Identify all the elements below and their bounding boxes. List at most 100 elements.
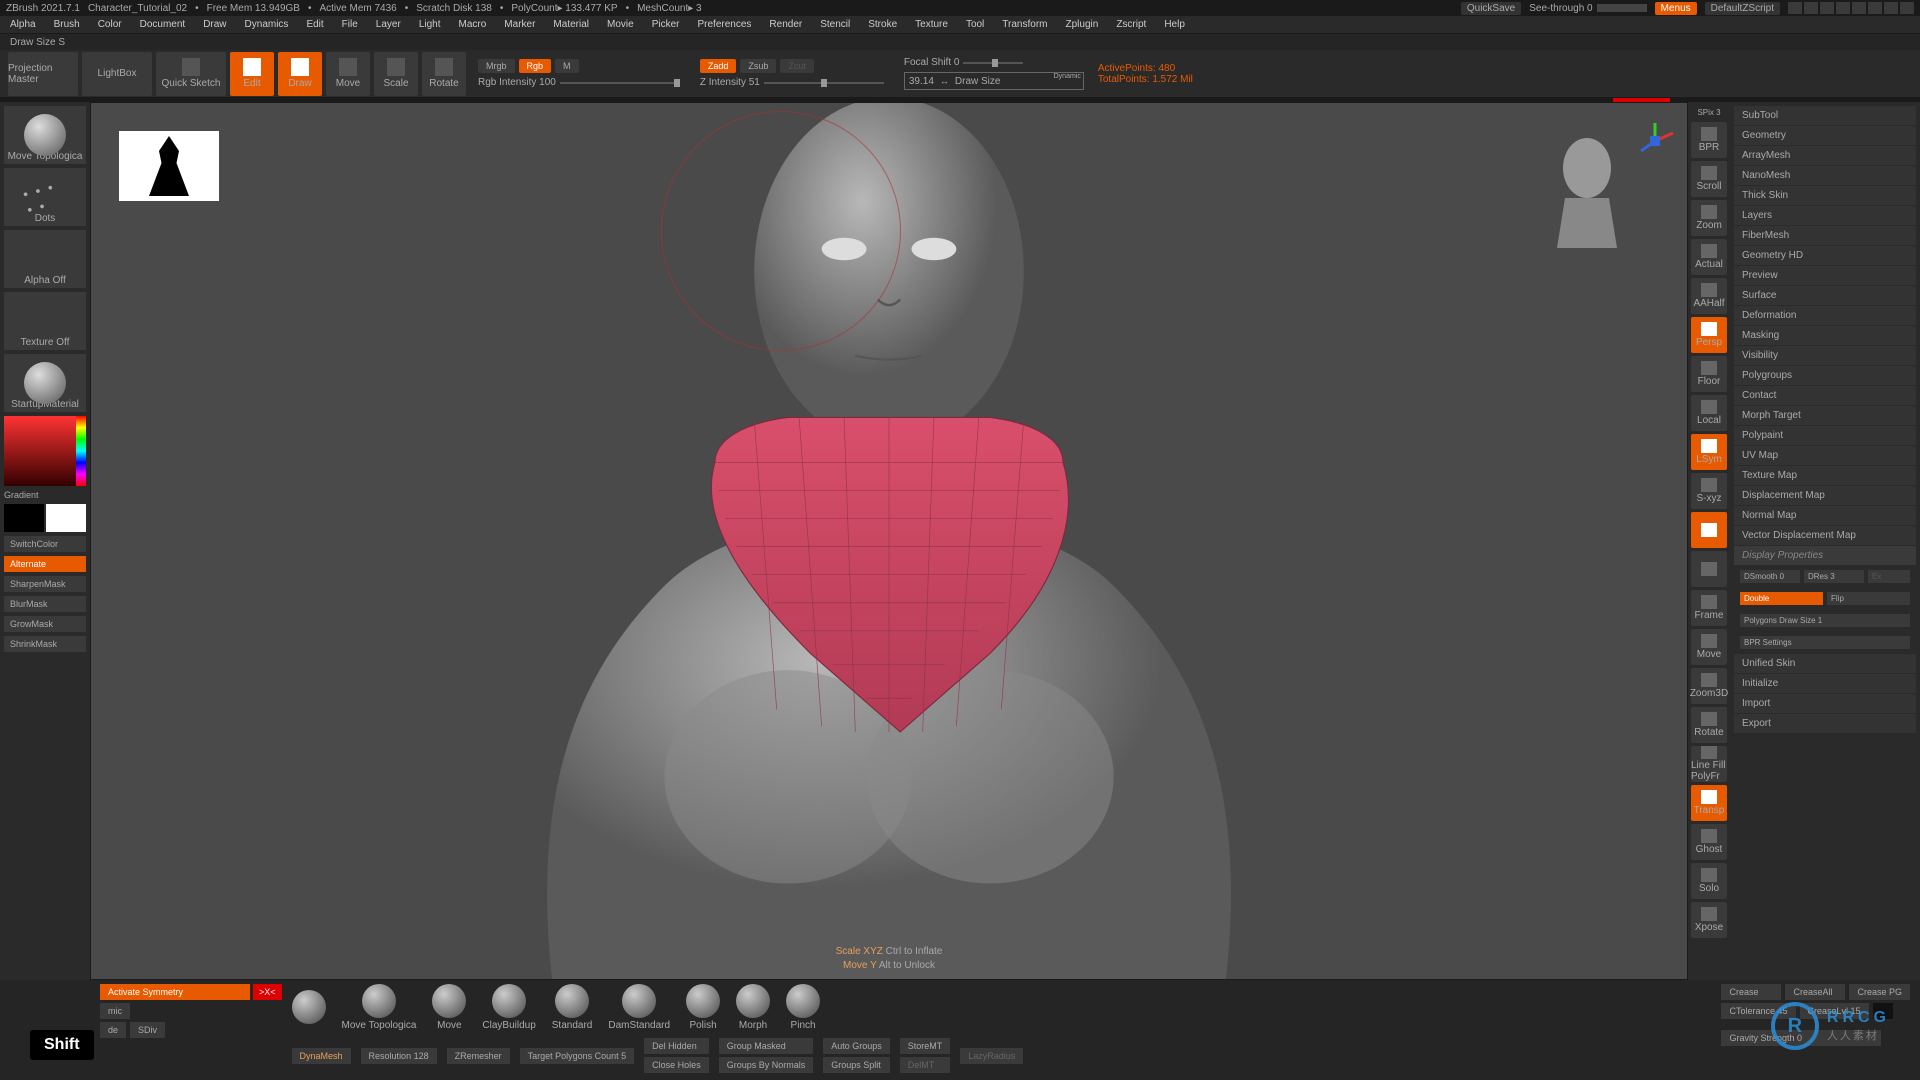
- right-tool-btn10[interactable]: [1691, 512, 1727, 548]
- section-nanomesh[interactable]: NanoMesh: [1734, 166, 1916, 185]
- draw-button[interactable]: Draw: [278, 52, 322, 96]
- menu-brush[interactable]: Brush: [54, 19, 80, 30]
- window-controls[interactable]: [1788, 2, 1914, 14]
- right-tool-xpose[interactable]: Xpose: [1691, 902, 1727, 938]
- menu-preferences[interactable]: Preferences: [697, 19, 751, 30]
- brush-move-topologica[interactable]: Move Topologica: [342, 984, 417, 1031]
- crease-button[interactable]: Crease: [1721, 984, 1781, 1000]
- projection-master-button[interactable]: Projection Master: [8, 52, 78, 96]
- dynamic-toggle[interactable]: mic: [100, 1003, 130, 1019]
- dynamesh-button[interactable]: DynaMesh: [292, 1048, 351, 1064]
- zadd-chip[interactable]: Zadd: [700, 59, 737, 73]
- section-displacement-map[interactable]: Displacement Map: [1734, 486, 1916, 505]
- focal-shift-slider[interactable]: Focal Shift 0: [904, 57, 1084, 68]
- axis-widget[interactable]: [1635, 121, 1675, 161]
- color-swatches[interactable]: [4, 504, 86, 532]
- mrgb-chip[interactable]: Mrgb: [478, 59, 515, 73]
- draw-size-input[interactable]: 39.14↔Draw Size Dynamic: [904, 72, 1084, 90]
- material-thumbnail[interactable]: StartupMaterial: [4, 354, 86, 412]
- right-tool-btn11[interactable]: [1691, 551, 1727, 587]
- edit-button[interactable]: Edit: [230, 52, 274, 96]
- brush-morph[interactable]: Morph: [736, 984, 770, 1031]
- brush-claybuildup[interactable]: ClayBuildup: [482, 984, 535, 1031]
- viewport[interactable]: Scale XYZ Ctrl to Inflate Move Y Alt to …: [90, 102, 1688, 980]
- crease-pg-button[interactable]: Crease PG: [1849, 984, 1910, 1000]
- section-masking[interactable]: Masking: [1734, 326, 1916, 345]
- brush-move[interactable]: Move: [432, 984, 466, 1031]
- menu-help[interactable]: Help: [1164, 19, 1185, 30]
- menu-file[interactable]: File: [342, 19, 358, 30]
- section-geometry[interactable]: Geometry: [1734, 126, 1916, 145]
- section-deformation[interactable]: Deformation: [1734, 306, 1916, 325]
- menu-draw[interactable]: Draw: [203, 19, 226, 30]
- double-button[interactable]: Double: [1740, 592, 1823, 605]
- alternate-button[interactable]: Alternate: [4, 556, 86, 572]
- right-tool-line fill polyfr[interactable]: Line Fill PolyFr: [1691, 746, 1727, 782]
- storemt-button[interactable]: StoreMT: [900, 1038, 951, 1054]
- right-tool-frame[interactable]: Frame: [1691, 590, 1727, 626]
- right-tool-s-xyz[interactable]: S-xyz: [1691, 473, 1727, 509]
- rotate-button[interactable]: Rotate: [422, 52, 466, 96]
- section-uv-map[interactable]: UV Map: [1734, 446, 1916, 465]
- flip-button[interactable]: Flip: [1827, 592, 1910, 605]
- menu-zscript[interactable]: Zscript: [1116, 19, 1146, 30]
- delmt-button[interactable]: DelMT: [900, 1057, 951, 1073]
- section-subtool[interactable]: SubTool: [1734, 106, 1916, 125]
- right-tool-lsym[interactable]: LSym: [1691, 434, 1727, 470]
- section-surface[interactable]: Surface: [1734, 286, 1916, 305]
- menu-movie[interactable]: Movie: [607, 19, 634, 30]
- right-tool-transp[interactable]: Transp: [1691, 785, 1727, 821]
- rgb-chip[interactable]: Rgb: [519, 59, 552, 73]
- menu-edit[interactable]: Edit: [306, 19, 323, 30]
- rgb-intensity-slider[interactable]: Rgb Intensity 100: [478, 77, 680, 88]
- menu-dynamics[interactable]: Dynamics: [245, 19, 289, 30]
- section-visibility[interactable]: Visibility: [1734, 346, 1916, 365]
- brush-polish[interactable]: Polish: [686, 984, 720, 1031]
- brush-damstandard[interactable]: DamStandard: [608, 984, 670, 1031]
- stroke-thumbnail[interactable]: Dots: [4, 168, 86, 226]
- right-tool-ghost[interactable]: Ghost: [1691, 824, 1727, 860]
- right-tool-solo[interactable]: Solo: [1691, 863, 1727, 899]
- section-unified-skin[interactable]: Unified Skin: [1734, 654, 1916, 673]
- right-tool-local[interactable]: Local: [1691, 395, 1727, 431]
- scale-button[interactable]: Scale: [374, 52, 418, 96]
- brush-pinch[interactable]: Pinch: [786, 984, 820, 1031]
- menu-stroke[interactable]: Stroke: [868, 19, 897, 30]
- symmetry-x-button[interactable]: >X<: [253, 984, 282, 1000]
- brush-thumbnail[interactable]: Move Topologica: [4, 106, 86, 164]
- seethrough-slider[interactable]: See-through 0: [1529, 3, 1646, 14]
- menu-light[interactable]: Light: [419, 19, 441, 30]
- polygons-draw-size[interactable]: Polygons Draw Size 1: [1740, 614, 1910, 627]
- section-polygroups[interactable]: Polygroups: [1734, 366, 1916, 385]
- sharpenmask-button[interactable]: SharpenMask: [4, 576, 86, 592]
- menus-button[interactable]: Menus: [1655, 2, 1697, 15]
- right-tool-rotate[interactable]: Rotate: [1691, 707, 1727, 743]
- section-preview[interactable]: Preview: [1734, 266, 1916, 285]
- groups-normals-button[interactable]: Groups By Normals: [719, 1057, 814, 1073]
- menu-transform[interactable]: Transform: [1002, 19, 1047, 30]
- texture-thumbnail[interactable]: Texture Off: [4, 292, 86, 350]
- lazyradius-toggle[interactable]: LazyRadius: [960, 1048, 1023, 1064]
- shrinkmask-button[interactable]: ShrinkMask: [4, 636, 86, 652]
- bpr-settings[interactable]: BPR Settings: [1740, 636, 1910, 649]
- section-arraymesh[interactable]: ArrayMesh: [1734, 146, 1916, 165]
- de-toggle[interactable]: de: [100, 1022, 126, 1038]
- section-normal-map[interactable]: Normal Map: [1734, 506, 1916, 525]
- lightbox-button[interactable]: LightBox: [82, 52, 152, 96]
- nav-head-widget[interactable]: [1547, 133, 1627, 253]
- menu-zplugin[interactable]: Zplugin: [1066, 19, 1099, 30]
- menu-material[interactable]: Material: [553, 19, 589, 30]
- section-thick-skin[interactable]: Thick Skin: [1734, 186, 1916, 205]
- section-initialize[interactable]: Initialize: [1734, 674, 1916, 693]
- menubar[interactable]: AlphaBrushColorDocumentDrawDynamicsEditF…: [0, 16, 1920, 34]
- section-export[interactable]: Export: [1734, 714, 1916, 733]
- right-tool-aahalf[interactable]: AAHalf: [1691, 278, 1727, 314]
- section-texture-map[interactable]: Texture Map: [1734, 466, 1916, 485]
- ex-field[interactable]: Ex: [1868, 570, 1910, 583]
- color-picker[interactable]: [4, 416, 86, 486]
- default-zscript[interactable]: DefaultZScript: [1705, 2, 1780, 15]
- zsub-chip[interactable]: Zsub: [740, 59, 776, 73]
- target-polygons-slider[interactable]: Target Polygons Count 5: [520, 1048, 635, 1064]
- dres-field[interactable]: DRes 3: [1804, 570, 1864, 583]
- section-contact[interactable]: Contact: [1734, 386, 1916, 405]
